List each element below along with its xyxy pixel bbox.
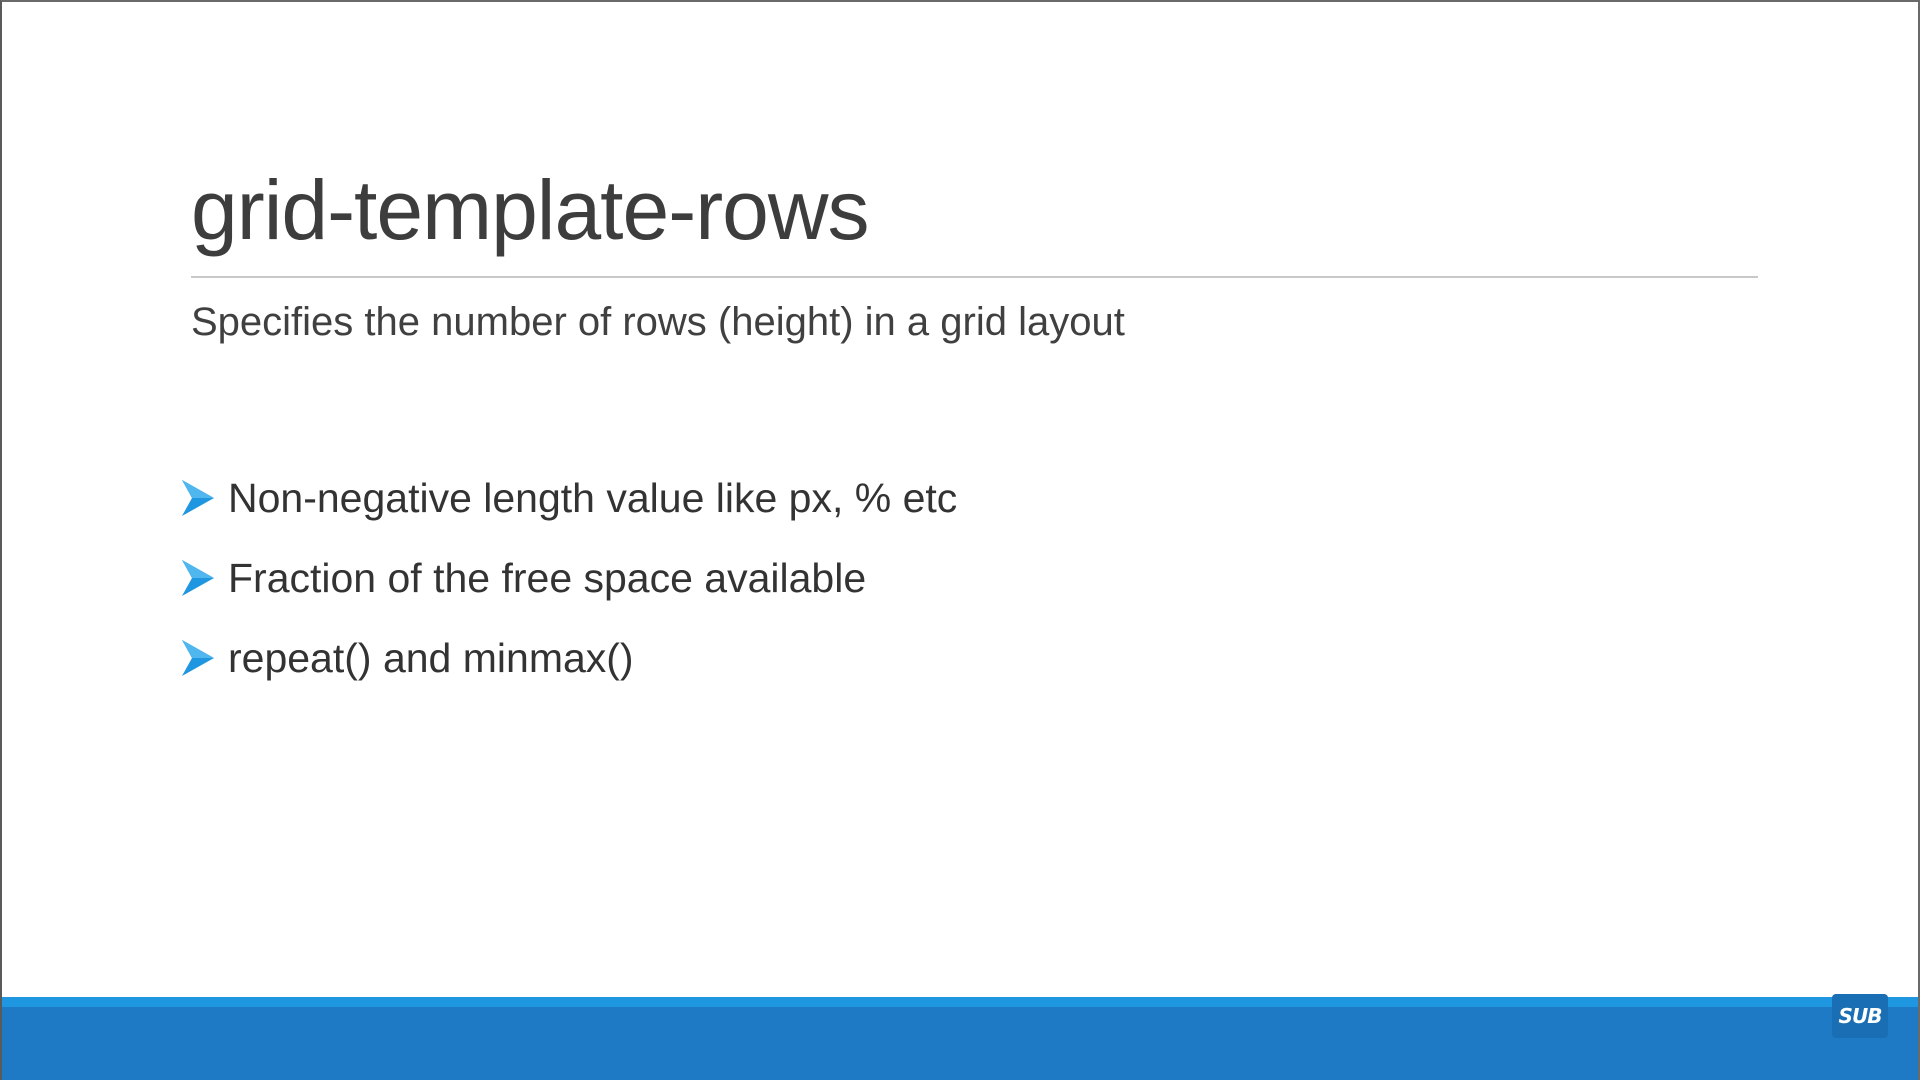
- title-divider: [191, 276, 1758, 278]
- slide: grid-template-rows Specifies the number …: [0, 0, 1920, 1080]
- bullet-text: Fraction of the free space available: [228, 554, 867, 601]
- bullet-text: repeat() and minmax(): [228, 634, 634, 681]
- footer-bar: [2, 997, 1918, 1080]
- slide-title: grid-template-rows: [191, 163, 870, 257]
- bullet-item: repeat() and minmax(): [180, 618, 957, 698]
- bullet-text: Non-negative length value like px, % etc: [228, 474, 958, 521]
- arrow-bullet-icon: [182, 640, 214, 676]
- slide-subtitle: Specifies the number of rows (height) in…: [191, 300, 1125, 344]
- bullet-list: Non-negative length value like px, % etc…: [180, 458, 957, 698]
- bullet-item: Fraction of the free space available: [180, 538, 957, 618]
- subscribe-badge[interactable]: SUB: [1832, 994, 1888, 1038]
- arrow-bullet-icon: [182, 480, 214, 516]
- arrow-bullet-icon: [182, 560, 214, 596]
- bullet-item: Non-negative length value like px, % etc: [180, 458, 957, 538]
